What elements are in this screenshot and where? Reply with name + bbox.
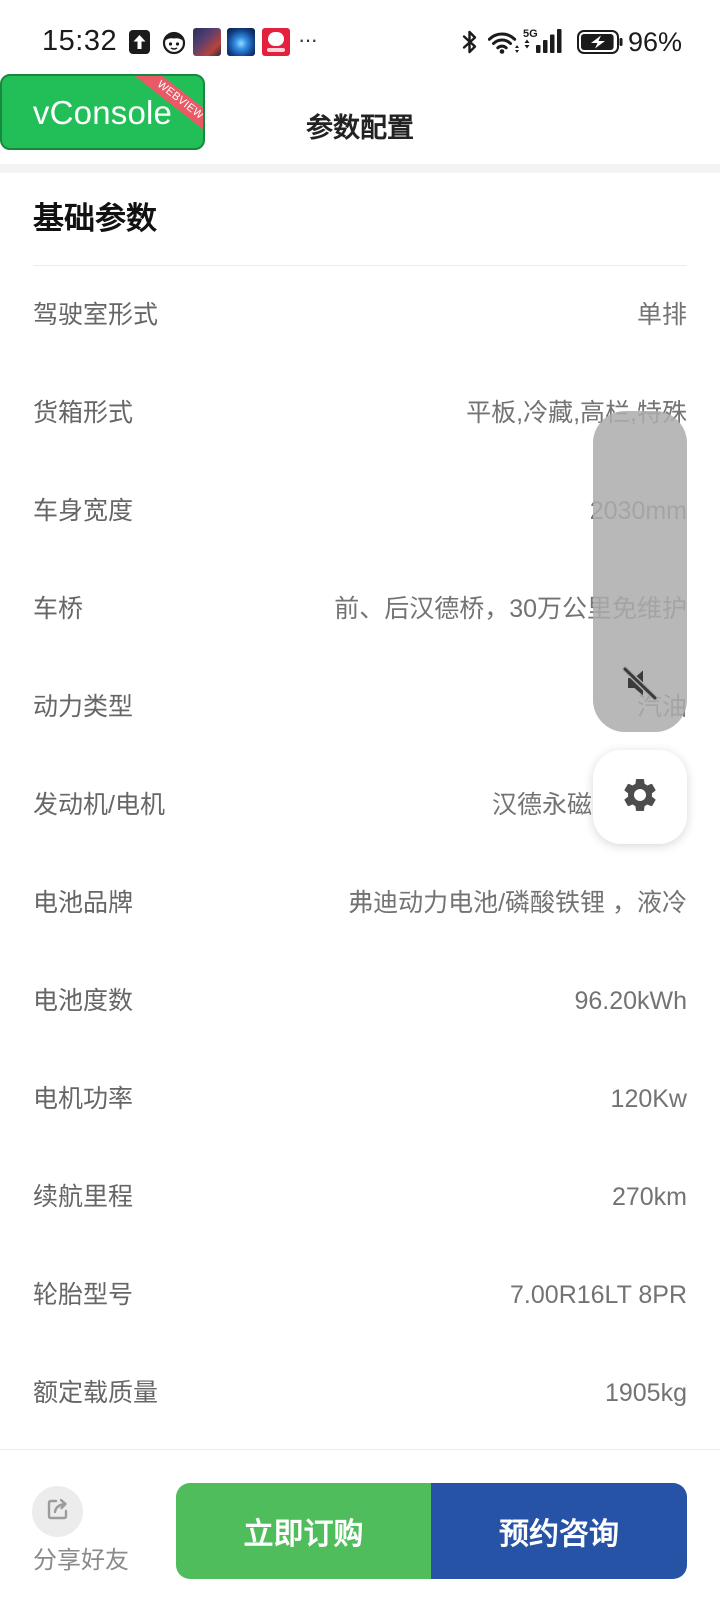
param-label: 电池度数: [33, 987, 134, 1015]
param-row: 驾驶室形式 单排: [33, 266, 687, 364]
bluetooth-icon: [459, 29, 481, 55]
share-icon: [44, 1495, 72, 1528]
signal-bar: [543, 40, 548, 53]
param-row: 车身宽度 2030mm: [33, 462, 687, 560]
param-row: 发动机/电机 汉德永磁: [33, 756, 687, 854]
param-value: 7.00R16LT 8PR: [510, 1281, 687, 1309]
param-row: 额定载质量 1905kg: [33, 1344, 687, 1442]
param-value: 单排: [636, 301, 687, 329]
volume-off-icon[interactable]: [620, 663, 660, 708]
share-label[interactable]: 分享好友: [33, 1546, 129, 1576]
app-notification-icon: [227, 28, 255, 56]
bottom-action-bar: 分享好友 立即订购 预约咨询: [0, 1449, 720, 1610]
section-title: 基础参数: [33, 201, 157, 236]
wifi-icon: [488, 29, 520, 55]
param-value: 96.20kWh: [574, 987, 687, 1015]
more-notifications-indicator: ···: [298, 27, 318, 52]
face-icon: [162, 30, 186, 55]
signal-bar: [550, 34, 555, 53]
param-label: 驾驶室形式: [33, 301, 159, 329]
param-row: 货箱形式 平板,冷藏,高栏,特殊: [33, 364, 687, 462]
battery-charging-icon: [577, 30, 623, 54]
app-logo-shape: [268, 32, 284, 46]
param-label: 车桥: [33, 595, 84, 623]
signal-icon: 5G: [523, 27, 567, 55]
param-label: 续航里程: [33, 1183, 134, 1211]
param-value: 1905kg: [604, 1379, 687, 1407]
gear-icon: [620, 775, 660, 820]
param-label: 货箱形式: [33, 399, 134, 427]
network-type-label: 5G: [523, 28, 538, 40]
param-label: 车身宽度: [33, 497, 134, 525]
param-label: 电池品牌: [33, 889, 134, 917]
vconsole-label: vConsole: [32, 93, 173, 131]
vconsole-button[interactable]: vConsole WEBVIEW: [0, 74, 205, 150]
param-row: 轮胎型号 7.00R16LT 8PR: [33, 1246, 687, 1344]
param-label: 电机功率: [33, 1085, 134, 1113]
battery-percentage: 96%: [628, 27, 683, 57]
param-value: 270km: [611, 1183, 687, 1211]
param-value: 弗迪动力电池/磷酸铁锂 ，液冷: [348, 889, 687, 917]
param-row: 电池度数 96.20kWh: [33, 952, 687, 1050]
volume-settings-button[interactable]: [593, 750, 687, 844]
param-label: 发动机/电机: [33, 791, 165, 819]
param-row: 续航里程 270km: [33, 1148, 687, 1246]
app-notification-icon: [193, 28, 221, 56]
param-row: 动力类型 汽油: [33, 658, 687, 756]
param-row: 电机功率 120Kw: [33, 1050, 687, 1148]
params-list: 驾驶室形式 单排 货箱形式 平板,冷藏,高栏,特殊 车身宽度 2030mm 车桥…: [33, 266, 687, 1442]
param-label: 动力类型: [33, 693, 134, 721]
signal-bar: [557, 29, 562, 53]
status-time: 15:32: [42, 25, 118, 57]
param-row: 车桥 前、后汉德桥，30万公里免维护: [33, 560, 687, 658]
param-value: 120Kw: [610, 1085, 687, 1113]
app-notification-icon: [262, 28, 290, 56]
param-label: 轮胎型号: [33, 1281, 134, 1309]
param-row: 电池品牌 弗迪动力电池/磷酸铁锂 ，液冷: [33, 854, 687, 952]
volume-slider[interactable]: [593, 411, 687, 732]
signal-bar: [536, 45, 541, 53]
header-separator: [0, 164, 720, 173]
app-logo-bar: [267, 48, 285, 52]
upload-icon: [129, 30, 150, 54]
buy-now-button[interactable]: 立即订购: [176, 1483, 431, 1579]
book-consultation-button[interactable]: 预约咨询: [431, 1483, 687, 1579]
param-label: 额定载质量: [33, 1379, 159, 1407]
share-button[interactable]: [32, 1486, 83, 1537]
